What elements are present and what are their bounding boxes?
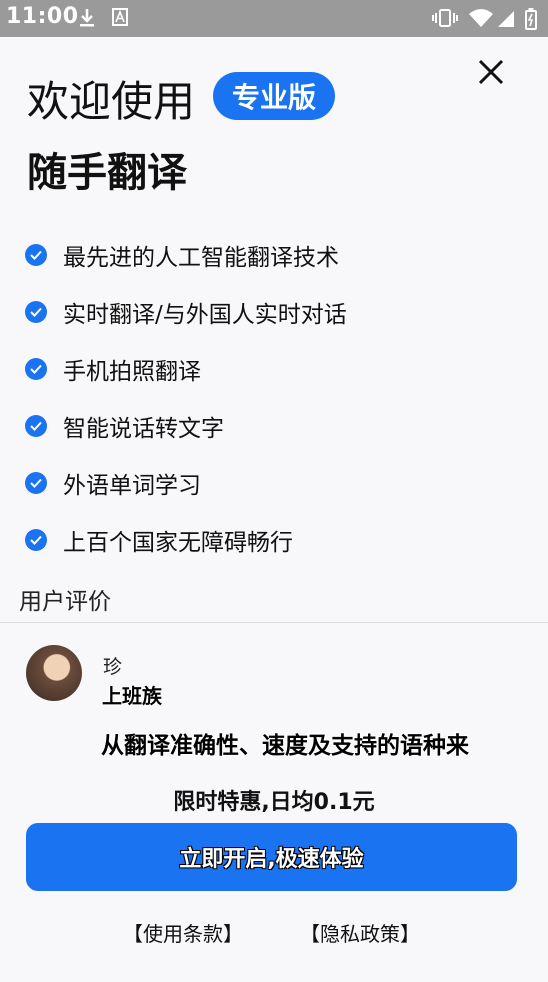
promo-text: 限时特惠,日均0.1元 (173, 790, 375, 815)
reviews-title: 用户评价 (19, 589, 111, 615)
feature-text: 上百个国家无障碍畅行 (63, 529, 293, 556)
status-time: 11:00 (6, 4, 79, 29)
feature-text: 最先进的人工智能翻译技术 (63, 244, 339, 271)
feature-item: 手机拍照翻译 (25, 340, 525, 397)
feature-item: 上百个国家无障碍畅行 (25, 511, 525, 568)
feature-item: 智能说话转文字 (25, 397, 525, 454)
privacy-link[interactable]: 【隐私政策】 (300, 918, 420, 947)
avatar (26, 645, 82, 701)
check-circle-icon (25, 243, 47, 266)
feature-text: 手机拍照翻译 (63, 358, 201, 385)
start-button[interactable]: 立即开启,极速体验 (26, 823, 517, 891)
vibrate-icon (432, 9, 458, 27)
feature-text: 外语单词学习 (63, 472, 201, 499)
feature-item: 最先进的人工智能翻译技术 (25, 226, 525, 283)
app-name: 随手翻译 (27, 150, 187, 196)
welcome-title: 欢迎使用 (27, 77, 196, 126)
feature-item: 实时翻译/与外国人实时对话 (25, 283, 525, 340)
battery-icon (525, 8, 537, 30)
signal-icon (498, 11, 514, 27)
feature-item: 外语单词学习 (25, 454, 525, 511)
feature-text: 实时翻译/与外国人实时对话 (63, 301, 347, 328)
check-circle-icon (25, 357, 47, 380)
feature-list: 最先进的人工智能翻译技术 实时翻译/与外国人实时对话 手机拍照翻译 智能说话转文… (25, 226, 525, 568)
download-icon (80, 9, 94, 27)
check-circle-icon (25, 414, 47, 437)
close-icon[interactable] (476, 57, 506, 87)
pro-badge: 专业版 (213, 72, 335, 120)
check-circle-icon (25, 528, 47, 551)
reviewer-role: 上班族 (102, 684, 162, 708)
status-bar: 11:00 (0, 0, 548, 37)
check-circle-icon (25, 471, 47, 494)
divider (0, 622, 548, 623)
feature-text: 智能说话转文字 (63, 415, 224, 442)
review-text: 从翻译准确性、速度及支持的语种来 (101, 733, 469, 759)
check-circle-icon (25, 300, 47, 323)
reviewer-name: 珍 (103, 656, 123, 678)
terms-link[interactable]: 【使用条款】 (123, 918, 243, 947)
wifi-icon (469, 9, 493, 27)
a-icon (112, 8, 128, 26)
